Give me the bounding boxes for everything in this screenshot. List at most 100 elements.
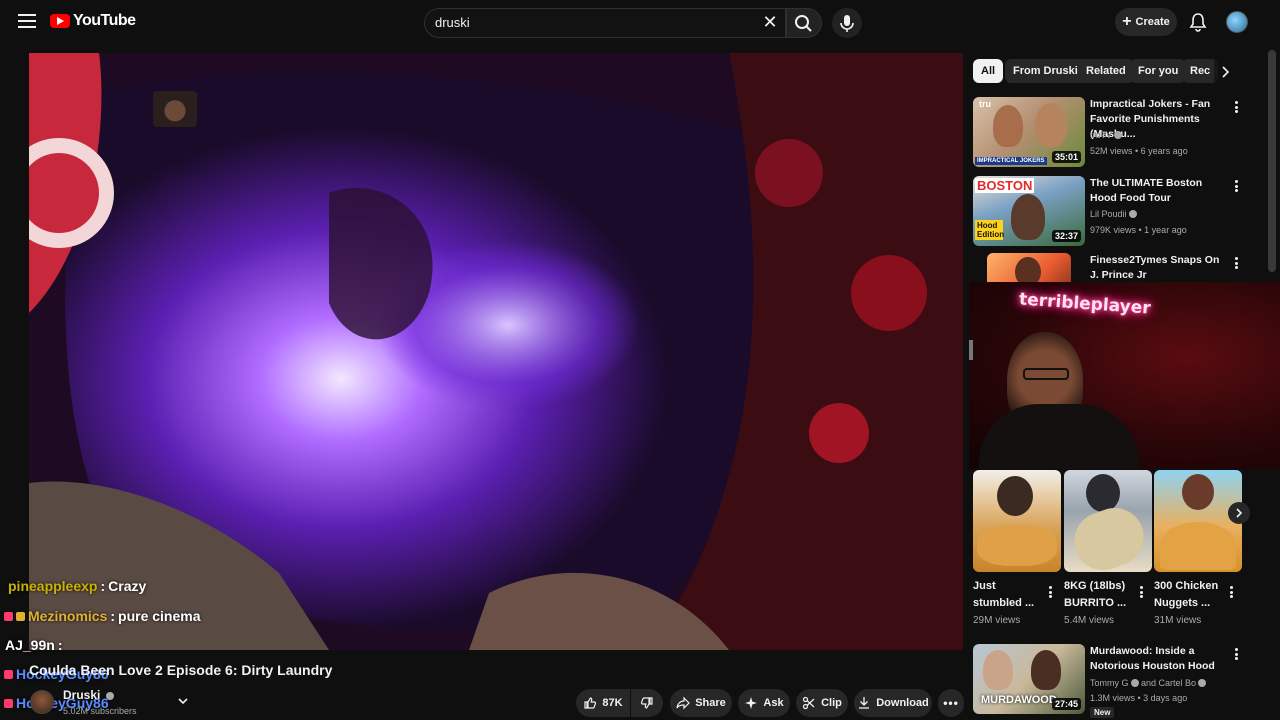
- chevron-right-icon: [1222, 66, 1230, 78]
- thumbnail-corner-text: Hood Edition: [975, 220, 1005, 240]
- verified-icon: [1130, 679, 1139, 687]
- sparkle-icon: [745, 697, 758, 709]
- bell-icon[interactable]: [1188, 12, 1208, 32]
- chip-for-you[interactable]: For you: [1130, 59, 1187, 83]
- duration-badge: 35:01: [1051, 151, 1081, 163]
- verified-icon: [1114, 131, 1123, 139]
- short-title: Just stumbled ...: [973, 580, 1035, 609]
- dislike-button[interactable]: [631, 689, 663, 717]
- account-avatar[interactable]: [1226, 11, 1248, 33]
- youtube-logo[interactable]: YouTube: [50, 12, 136, 30]
- chat-message: pineappleexp : Crazy: [8, 578, 146, 594]
- create-button[interactable]: + Create: [1115, 8, 1177, 36]
- chat-separator: :: [110, 608, 116, 624]
- thumbnail-corner-text: tru: [979, 99, 991, 109]
- rec-channel-text: Tommy G: [1090, 678, 1129, 688]
- scissors-icon: [803, 696, 815, 710]
- recommendation-item[interactable]: MURDAWOOD 27:45 Murdawood: Inside a Noto…: [973, 644, 1263, 720]
- chat-username: pineappleexp: [8, 578, 98, 594]
- search-box: [424, 8, 786, 38]
- rec-channel-extra: and Cartel Bo: [1141, 678, 1197, 688]
- rec-channel-text: truTV: [1090, 130, 1113, 140]
- search-button[interactable]: [786, 8, 822, 38]
- sub-badge-icon: [4, 669, 13, 679]
- menu-icon[interactable]: [18, 14, 36, 30]
- create-label: Create: [1135, 16, 1170, 28]
- short-thumbnail: [1064, 470, 1152, 572]
- recommendation-item[interactable]: tru IMPRACTICAL JOKERS 35:01 Impractical…: [973, 97, 1263, 169]
- streamer-shoulders: [979, 404, 1139, 469]
- download-label: Download: [876, 697, 929, 709]
- sidebar-scrollbar[interactable]: [1268, 50, 1276, 272]
- share-button[interactable]: Share: [670, 689, 732, 717]
- recommendation-item[interactable]: Finesse2Tymes Snaps On J. Prince Jr: [973, 253, 1263, 282]
- masthead: YouTube ✕ + Create: [0, 0, 1280, 46]
- chip-all[interactable]: All: [973, 59, 1004, 83]
- neon-sign: terribleplayer: [1018, 289, 1152, 319]
- thumbnail: tru IMPRACTICAL JOKERS 35:01: [973, 97, 1085, 167]
- voice-search-button[interactable]: [832, 8, 862, 38]
- thumbnail: MURDAWOOD 27:45: [973, 644, 1085, 714]
- short-thumbnail: [973, 470, 1061, 572]
- like-button[interactable]: 87K: [576, 689, 630, 717]
- recommendation-item[interactable]: BOSTON Hood Edition 32:37 The ULTIMATE B…: [973, 176, 1263, 248]
- chat-username: AJ_99n: [5, 637, 55, 653]
- more-actions-button[interactable]: •••: [938, 689, 964, 717]
- more-icon[interactable]: [1045, 584, 1055, 600]
- verified-icon: [105, 692, 114, 700]
- download-button[interactable]: Download: [854, 689, 932, 717]
- rec-meta: 979K views • 1 year ago: [1090, 225, 1187, 235]
- mod-badge-icon: [16, 611, 25, 621]
- more-icon[interactable]: [1231, 99, 1241, 115]
- chat-text: pure cinema: [118, 608, 201, 624]
- video-frame: [29, 53, 963, 650]
- search-input[interactable]: [435, 15, 755, 30]
- more-icon[interactable]: [1226, 584, 1236, 600]
- chip-from-druski[interactable]: From Druski: [1005, 59, 1086, 83]
- duration-badge: 27:45: [1051, 698, 1081, 710]
- short-title: 8KG (18lbs) BURRITO ...: [1064, 580, 1127, 609]
- duration-badge: 32:37: [1051, 230, 1081, 242]
- download-icon: [859, 697, 870, 709]
- video-title: Coulda Been Love 2 Episode 6: Dirty Laun…: [29, 662, 333, 678]
- clip-label: Clip: [821, 697, 842, 709]
- rec-channel-text: Lil Poudii: [1090, 209, 1127, 219]
- like-count: 87K: [602, 697, 623, 709]
- more-icon: •••: [943, 696, 959, 710]
- more-icon[interactable]: [1136, 584, 1146, 600]
- thumbnail-caption: MURDAWOOD: [981, 694, 1057, 706]
- logo-text: YouTube: [73, 12, 136, 29]
- clear-icon[interactable]: ✕: [762, 13, 778, 31]
- glasses: [1023, 368, 1069, 380]
- sub-badge-icon: [4, 611, 13, 621]
- ask-label: Ask: [763, 697, 784, 709]
- more-icon[interactable]: [1231, 178, 1241, 194]
- chat-message: Mezinomics : pure cinema: [4, 608, 201, 624]
- plus-icon: +: [1122, 13, 1132, 30]
- search-icon: [795, 15, 812, 32]
- chevron-down-icon[interactable]: [176, 694, 190, 708]
- chat-message: AJ_99n :: [5, 637, 62, 653]
- chips-next-button[interactable]: [1214, 60, 1236, 84]
- channel-avatar[interactable]: [30, 690, 54, 714]
- more-icon[interactable]: [1231, 646, 1241, 662]
- like-icon: [584, 697, 597, 709]
- channel-name[interactable]: Druski: [63, 688, 114, 702]
- chip-related[interactable]: Related: [1078, 59, 1134, 83]
- streamer-cam-thumbnail: [153, 91, 197, 127]
- chat-text: Crazy: [108, 578, 147, 594]
- rec-title: Finesse2Tymes Snaps On J. Prince Jr: [1090, 254, 1220, 281]
- thumbnail-caption: BOSTON: [975, 178, 1035, 193]
- channel-name-text: Druski: [63, 688, 101, 702]
- short-thumbnail: [1154, 470, 1242, 572]
- clip-button[interactable]: Clip: [796, 689, 848, 717]
- chat-separator: :: [100, 578, 106, 594]
- chip-recent[interactable]: Rec: [1182, 59, 1218, 83]
- more-icon[interactable]: [1231, 255, 1241, 271]
- streamer-webcam: terribleplayer: [969, 282, 1280, 469]
- shorts-next-button[interactable]: [1228, 502, 1250, 524]
- verified-icon: [1128, 210, 1137, 218]
- video-player[interactable]: [29, 53, 963, 650]
- ask-button[interactable]: Ask: [738, 689, 790, 717]
- subscriber-count: 5.02M subscribers: [63, 706, 137, 716]
